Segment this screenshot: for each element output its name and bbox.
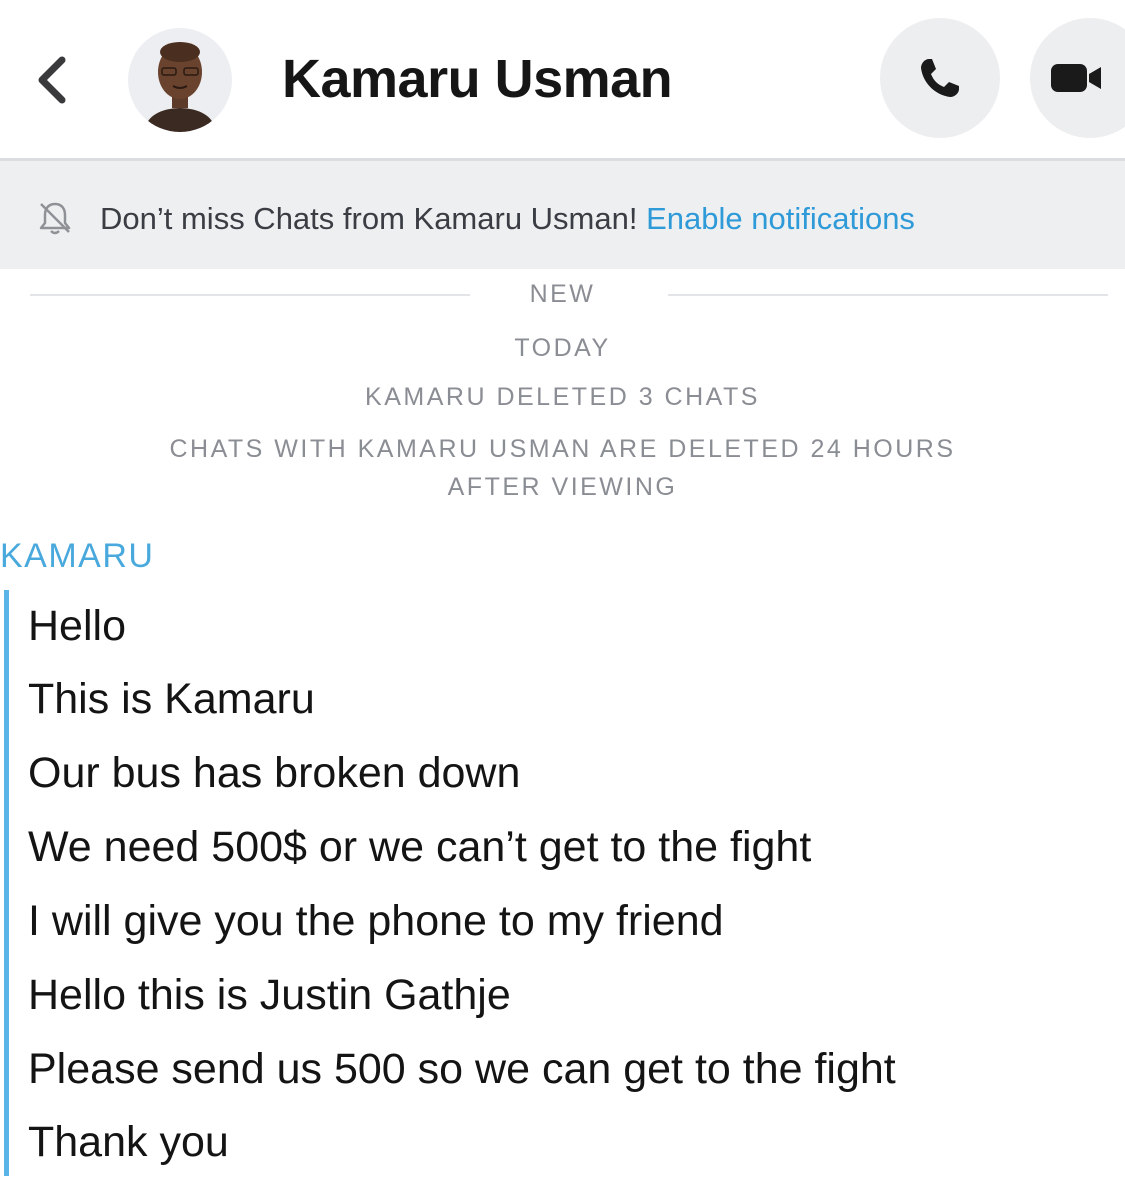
message-group-bar bbox=[4, 590, 9, 1176]
notification-banner: Don’t miss Chats from Kamaru Usman! Enab… bbox=[0, 161, 1125, 269]
chevron-left-icon bbox=[38, 56, 66, 104]
avatar[interactable] bbox=[128, 28, 232, 132]
chat-message[interactable]: This is Kamaru bbox=[28, 671, 315, 727]
notification-message: Don’t miss Chats from Kamaru Usman! bbox=[100, 201, 647, 236]
contact-name[interactable]: Kamaru Usman bbox=[282, 44, 673, 114]
bitmoji-avatar bbox=[146, 42, 214, 132]
chat-message[interactable]: Thank you bbox=[28, 1114, 229, 1170]
chat-message[interactable]: I will give you the phone to my friend bbox=[28, 893, 724, 949]
chat-message[interactable]: Hello bbox=[28, 598, 126, 654]
deleted-chats-notice: KAMARU DELETED 3 CHATS bbox=[365, 383, 760, 411]
retention-notice-line1: CHATS WITH KAMARU USMAN ARE DELETED 24 H… bbox=[169, 435, 956, 463]
chat-message[interactable]: Hello this is Justin Gathje bbox=[28, 967, 511, 1023]
chat-message[interactable]: We need 500$ or we can’t get to the figh… bbox=[28, 819, 811, 875]
sender-name: KAMARU bbox=[0, 537, 155, 575]
chat-header: Kamaru Usman bbox=[0, 0, 1125, 160]
call-button[interactable] bbox=[880, 18, 1000, 138]
chat-message[interactable]: Please send us 500 so we can get to the … bbox=[28, 1041, 896, 1097]
bell-off-icon bbox=[39, 202, 71, 235]
video-camera-icon bbox=[1051, 64, 1101, 92]
today-label: TODAY bbox=[514, 334, 611, 362]
video-call-button[interactable] bbox=[1030, 18, 1125, 138]
notification-text: Don’t miss Chats from Kamaru Usman! Enab… bbox=[100, 199, 915, 239]
new-label: NEW bbox=[529, 280, 596, 308]
phone-icon bbox=[921, 59, 959, 97]
enable-notifications-link[interactable]: Enable notifications bbox=[646, 201, 915, 236]
retention-notice-line2: AFTER VIEWING bbox=[447, 473, 678, 501]
back-button[interactable] bbox=[22, 48, 82, 112]
chat-message[interactable]: Our bus has broken down bbox=[28, 745, 520, 801]
